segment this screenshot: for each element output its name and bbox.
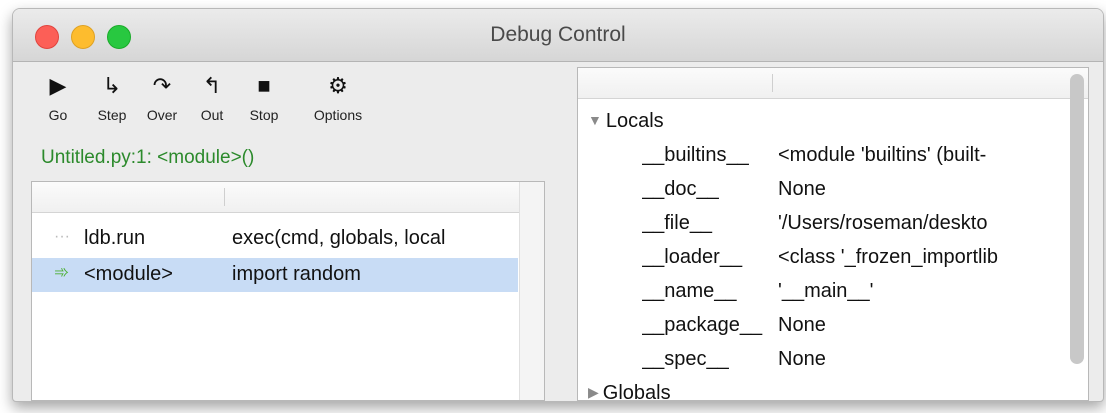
stack-marker: ··· (54, 228, 70, 245)
go-label: Go (48, 107, 68, 123)
variable-name: __builtins__ (642, 144, 749, 166)
variable-row[interactable]: __doc__ None (578, 174, 1058, 206)
stack-row[interactable]: ··· ldb.run exec(cmd, globals, local (32, 222, 518, 256)
out-button[interactable]: ↰ Out (185, 69, 239, 123)
variable-name: __spec__ (642, 348, 729, 370)
variable-row[interactable]: __file__ '/Users/roseman/deskto (578, 208, 1058, 240)
disclosure-expanded-icon[interactable]: ▼ (588, 112, 602, 128)
go-button[interactable]: ▶ Go (31, 69, 85, 123)
globals-group[interactable]: ▶ Globals (588, 382, 671, 401)
step-button[interactable]: ↳ Step (85, 69, 139, 123)
options-label: Options (313, 107, 363, 123)
gear-icon: ⚙ (328, 73, 348, 98)
variable-value: <module 'builtins' (built- (778, 144, 987, 166)
stack-list-header (32, 182, 544, 213)
current-frame-arrow-icon: ➾ (54, 262, 70, 282)
stack-scrollbar[interactable] (519, 182, 544, 400)
title-bar[interactable]: Debug Control (13, 9, 1103, 62)
variable-name: __file__ (642, 212, 713, 234)
step-over-icon: ↷ (152, 73, 172, 98)
variable-row[interactable]: __spec__ None (578, 344, 1058, 376)
stack-code: import random (232, 263, 361, 285)
stack-code: exec(cmd, globals, local (232, 227, 446, 249)
column-separator[interactable] (772, 74, 773, 92)
variable-value: None (778, 348, 826, 370)
stack-function: ldb.run (84, 227, 146, 249)
step-label: Step (97, 107, 127, 123)
over-label: Over (146, 107, 178, 123)
stop-label: Stop (249, 107, 279, 123)
variable-name: __package__ (642, 314, 763, 336)
variable-value: None (778, 178, 826, 200)
variable-value: None (778, 314, 826, 336)
stop-icon: ■ (257, 73, 271, 98)
variable-row[interactable]: __package__ None (578, 310, 1058, 342)
locals-label: Locals (605, 110, 664, 132)
variables-header (578, 68, 1088, 99)
stop-button[interactable]: ■ Stop (237, 69, 291, 123)
variable-value: '__main__' (778, 280, 874, 302)
variable-name: __name__ (642, 280, 737, 302)
options-button[interactable]: ⚙ Options (303, 69, 373, 123)
variable-name: __doc__ (642, 178, 719, 200)
locals-group[interactable]: ▼ Locals (588, 110, 664, 133)
step-out-icon: ↰ (202, 73, 222, 98)
stack-row-selected[interactable]: ➾ <module> import random (32, 258, 518, 292)
current-location: Untitled.py:1: <module>() (41, 147, 255, 168)
out-label: Out (200, 107, 224, 123)
variable-value: <class '_frozen_importlib (778, 246, 999, 268)
variables-scrollbar[interactable] (1070, 74, 1084, 364)
variable-row[interactable]: __loader__ <class '_frozen_importlib (578, 242, 1058, 274)
play-icon: ▶ (49, 73, 67, 98)
step-icon: ↳ (102, 73, 122, 98)
globals-label: Globals (602, 382, 671, 401)
variable-name: __loader__ (642, 246, 743, 268)
column-separator[interactable] (224, 188, 225, 206)
stack-list[interactable]: ··· ldb.run exec(cmd, globals, local ➾ <… (31, 181, 545, 401)
debug-control-window: Debug Control ▶ Go ↳ Step ↷ Over ↰ Out ■… (12, 8, 1104, 402)
variable-row[interactable]: __builtins__ <module 'builtins' (built- (578, 140, 1058, 172)
stack-function: <module> (84, 263, 173, 285)
disclosure-collapsed-icon[interactable]: ▶ (588, 384, 599, 400)
variable-row[interactable]: __name__ '__main__' (578, 276, 1058, 308)
variable-value: '/Users/roseman/deskto (778, 212, 988, 234)
variables-tree[interactable]: ▼ Locals __builtins__ <module 'builtins' … (577, 67, 1089, 401)
over-button[interactable]: ↷ Over (135, 69, 189, 123)
window-title: Debug Control (490, 23, 626, 46)
